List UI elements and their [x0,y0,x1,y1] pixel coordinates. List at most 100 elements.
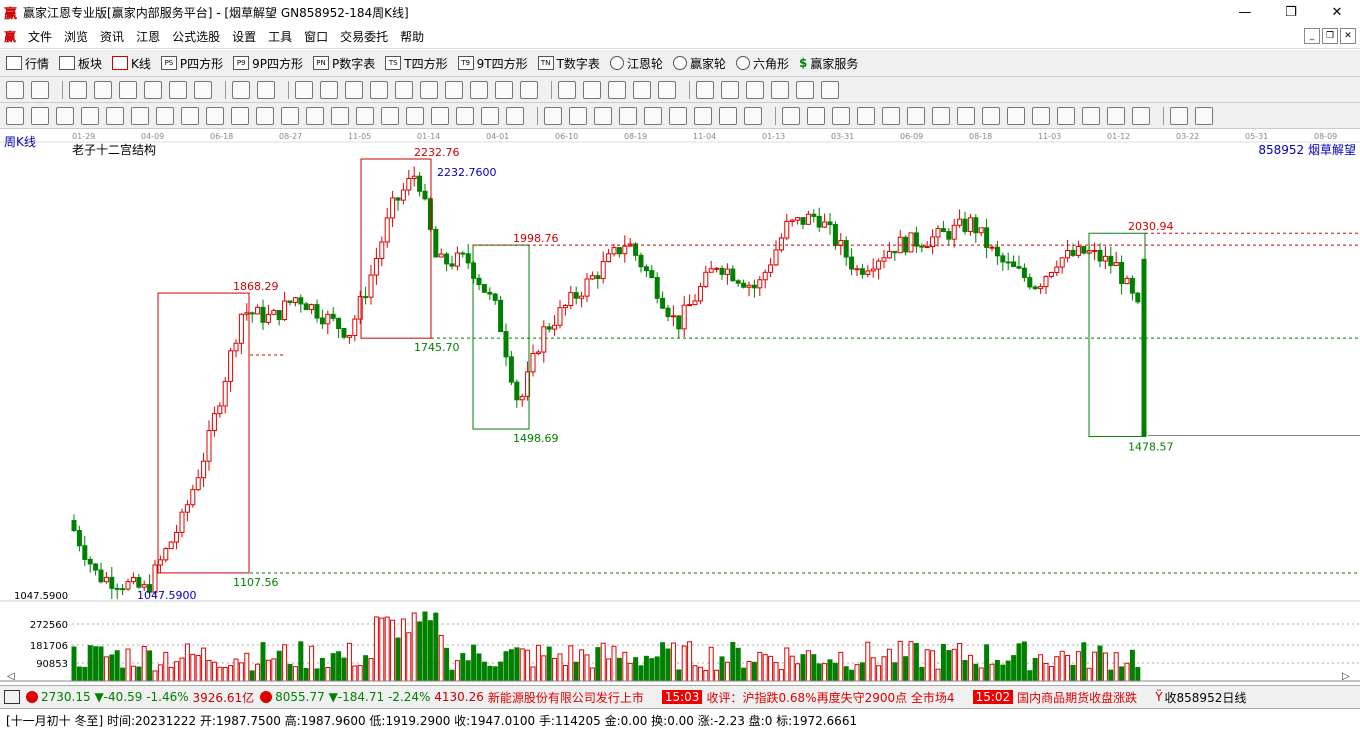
tool-button[interactable] [1082,106,1100,125]
nav-p-square[interactable]: PS P四方形 [160,55,223,72]
menu-file[interactable]: 文件 [22,28,58,45]
nav-9p-square[interactable]: P9 9P四方形 [233,55,303,72]
tool-button[interactable] [345,80,363,99]
tool-button[interactable] [144,80,162,99]
nav-9t-square[interactable]: T9 9T四方形 [457,55,528,72]
tool-button[interactable] [395,80,413,99]
tool-button[interactable] [1007,106,1025,125]
tool-button[interactable] [658,80,676,99]
tool-button[interactable] [857,106,875,125]
ticker-label[interactable]: 收858952日线 [1165,689,1247,706]
tool-button[interactable] [594,106,612,125]
tool-button[interactable] [796,80,814,99]
child-close-icon[interactable]: ✕ [1340,28,1356,44]
tool-button[interactable] [295,80,313,99]
menu-tools[interactable]: 工具 [262,28,298,45]
tool-button[interactable] [106,106,124,125]
tool-button[interactable] [206,106,224,125]
nav-sectors[interactable]: 板块 [59,55,102,72]
kline-chart[interactable]: 01-29 04-09 06-18 08-27 11-05 01-14 04-01 06-10… [0,129,1360,685]
tool-button[interactable] [31,80,49,99]
tool-button[interactable] [181,106,199,125]
tool-button[interactable] [331,106,349,125]
tool-button[interactable] [232,80,250,99]
tool-button[interactable] [569,106,587,125]
tool-button[interactable] [194,80,212,99]
tool-button[interactable] [782,106,800,125]
tool-button[interactable] [696,80,714,99]
tool-button[interactable] [633,80,651,99]
child-minimize-icon[interactable]: _ [1304,28,1320,44]
tool-button[interactable] [256,106,274,125]
news-item-2[interactable]: 收评：沪指跌0.68%再度失守2900点 全市场4 [706,689,954,706]
tool-button[interactable] [807,106,825,125]
menu-settings[interactable]: 设置 [226,28,262,45]
close-icon[interactable]: ✕ [1314,0,1360,24]
tool-button[interactable] [506,106,524,125]
tool-button[interactable] [1170,106,1188,125]
nav-t-table[interactable]: TN T数字表 [537,55,600,72]
tool-button[interactable] [982,106,1000,125]
tool-button[interactable] [69,80,87,99]
menu-info[interactable]: 资讯 [94,28,130,45]
tool-button[interactable] [431,106,449,125]
tool-button[interactable] [481,106,499,125]
tool-button[interactable] [544,106,562,125]
menu-help[interactable]: 帮助 [394,28,430,45]
tool-button[interactable] [771,80,789,99]
child-restore-icon[interactable]: ❐ [1322,28,1338,44]
tool-button[interactable] [821,80,839,99]
tool-button[interactable] [169,80,187,99]
tool-button[interactable] [356,106,374,125]
tool-button[interactable] [746,80,764,99]
tool-button[interactable] [619,106,637,125]
tool-button[interactable] [694,106,712,125]
tool-button[interactable] [94,80,112,99]
news-item-1[interactable]: 新能源股份有限公司发行上市 [488,689,644,706]
nav-hexagon[interactable]: 六角形 [735,55,789,72]
tool-button[interactable] [406,106,424,125]
minimize-icon[interactable]: — [1222,0,1268,24]
nav-winner-wheel[interactable]: 赢家轮 [672,55,726,72]
menu-gann[interactable]: 江恩 [130,28,166,45]
tool-button[interactable] [520,80,538,99]
tool-button[interactable] [320,80,338,99]
tool-button[interactable] [156,106,174,125]
tool-button[interactable] [81,106,99,125]
tool-button[interactable] [1032,106,1050,125]
menu-browse[interactable]: 浏览 [58,28,94,45]
tool-button[interactable] [445,80,463,99]
tool-button[interactable] [306,106,324,125]
tool-button[interactable] [1195,106,1213,125]
tool-button[interactable] [608,80,626,99]
tool-button[interactable] [832,106,850,125]
nav-service[interactable]: $ 赢家服务 [799,55,858,72]
tool-button[interactable] [957,106,975,125]
tool-button[interactable] [719,106,737,125]
tool-button[interactable] [583,80,601,99]
nav-p-table[interactable]: PN P数字表 [313,55,375,72]
tool-button[interactable] [381,106,399,125]
tool-button[interactable] [882,106,900,125]
maximize-icon[interactable]: ❐ [1268,0,1314,24]
tool-button[interactable] [31,106,49,125]
tool-button[interactable] [119,80,137,99]
tool-button[interactable] [721,80,739,99]
tool-button[interactable] [281,106,299,125]
tool-button[interactable] [744,106,762,125]
menu-formula[interactable]: 公式选股 [166,28,226,45]
tool-button[interactable] [6,106,24,125]
tool-button[interactable] [1107,106,1125,125]
calculator-icon[interactable] [4,690,20,704]
tool-button[interactable] [1132,106,1150,125]
menu-trade[interactable]: 交易委托 [334,28,394,45]
nav-quotes[interactable]: 行情 [6,55,49,72]
tool-button[interactable] [1057,106,1075,125]
tool-button[interactable] [456,106,474,125]
tool-button[interactable] [907,106,925,125]
nav-gann-wheel[interactable]: 江恩轮 [609,55,663,72]
menu-window[interactable]: 窗口 [298,28,334,45]
tool-button[interactable] [257,80,275,99]
nav-kline[interactable]: K线 [112,55,151,72]
tool-button[interactable] [470,80,488,99]
